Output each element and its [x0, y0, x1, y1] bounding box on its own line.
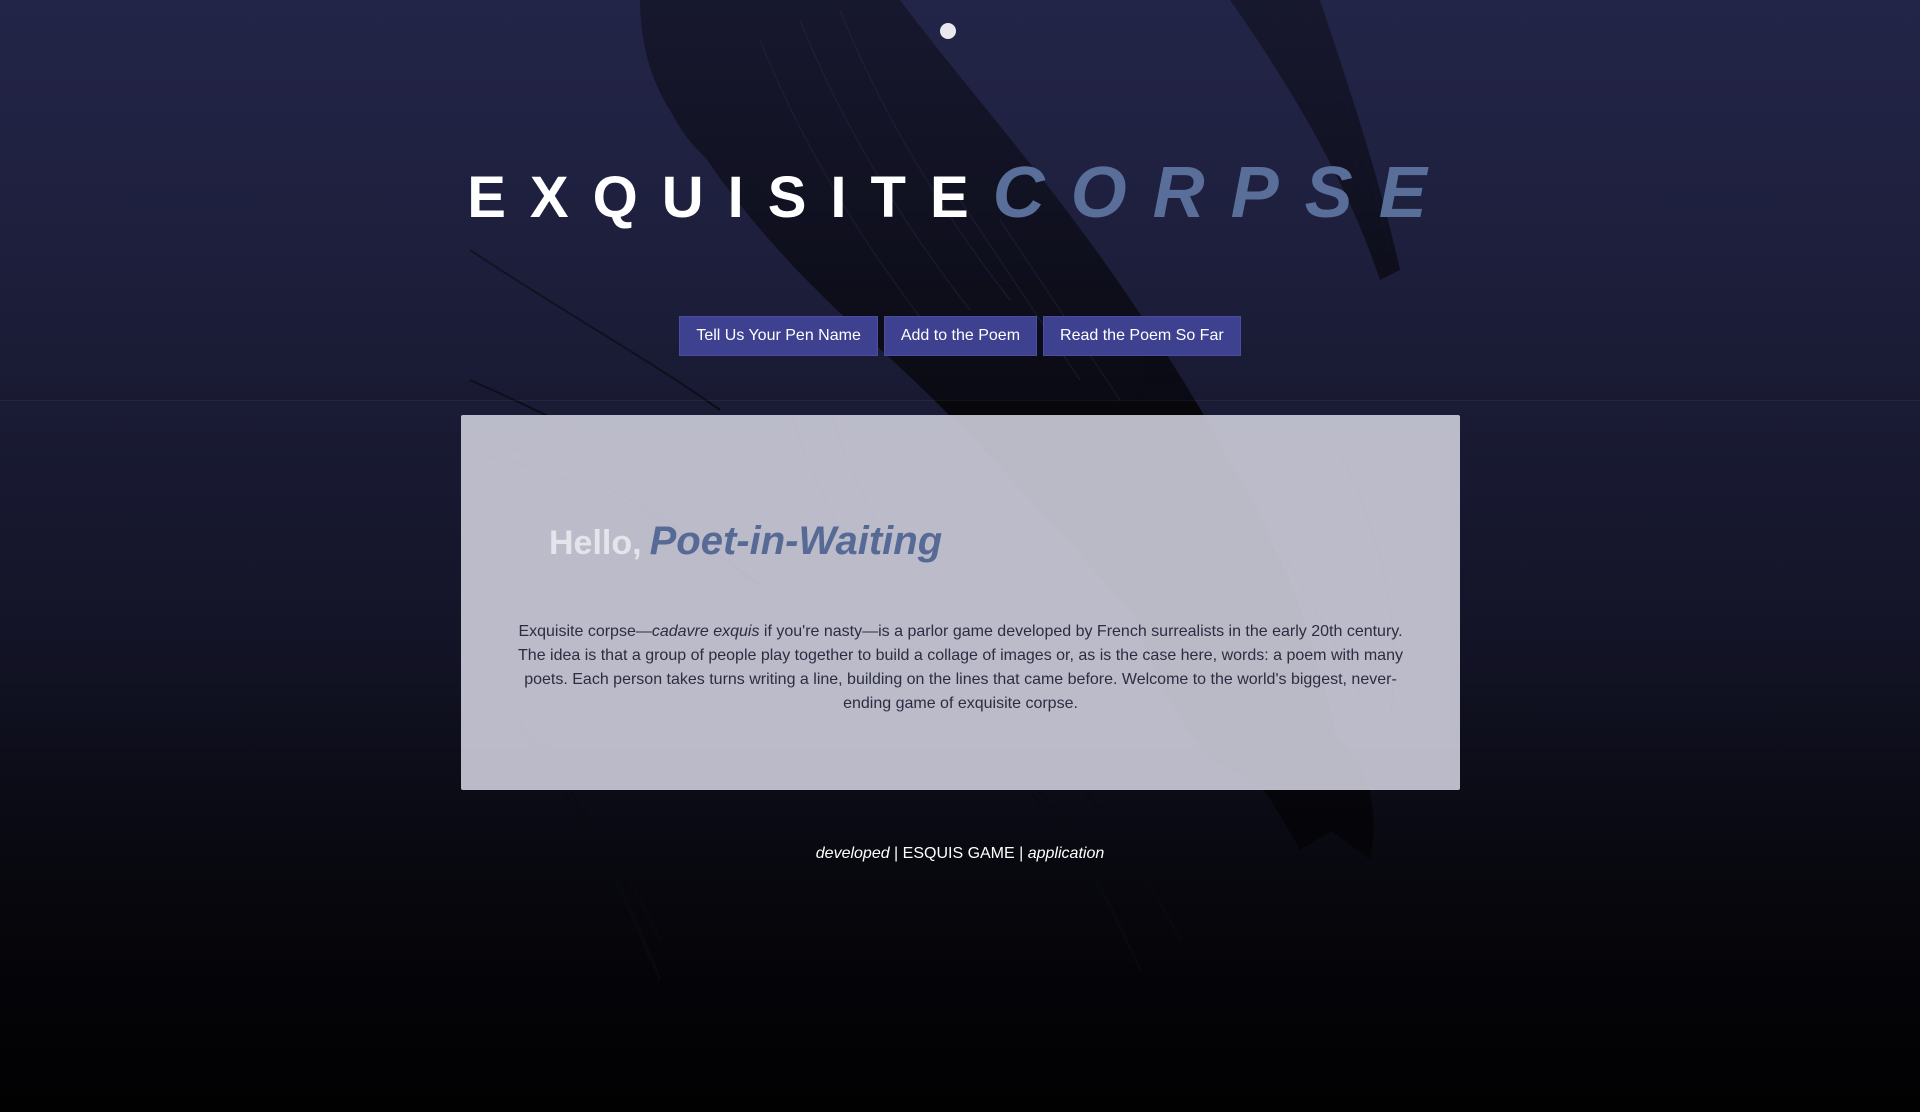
add-to-poem-button[interactable]: Add to the Poem [883, 316, 1038, 356]
hero-divider [0, 400, 1920, 401]
intro-paragraph: Exquisite corpse—cadavre exquis if you'r… [513, 620, 1408, 716]
footer-application: application [1027, 845, 1105, 862]
pen-name-button[interactable]: Tell Us Your Pen Name [679, 316, 878, 356]
title-word-exquisite: EXQUISITE [467, 165, 993, 230]
site-title: EXQUISITECORPSE [0, 152, 1920, 234]
footer-separator: | [1014, 845, 1028, 862]
footer: developed | ESQUIS GAME | application [0, 845, 1920, 863]
main-nav: Tell Us Your Pen Name Add to the Poem Re… [0, 316, 1920, 356]
greeting-hello: Hello, [549, 524, 642, 562]
welcome-card: Hello, Poet-in-Waiting Exquisite corpse—c… [461, 415, 1460, 790]
greeting: Hello, Poet-in-Waiting [549, 519, 942, 564]
card-texture [480, 415, 1395, 716]
intro-emphasis: cadavre exquis [651, 623, 760, 640]
footer-app-name: ESQUIS GAME [902, 845, 1015, 862]
footer-separator: | [889, 845, 903, 862]
pen-name: Poet-in-Waiting [649, 519, 943, 563]
footer-developed: developed [815, 845, 890, 862]
title-word-corpse: CORPSE [992, 153, 1453, 233]
intro-part-1: Exquisite corpse— [518, 623, 652, 640]
dot-icon [940, 23, 956, 39]
read-poem-button[interactable]: Read the Poem So Far [1043, 316, 1241, 356]
